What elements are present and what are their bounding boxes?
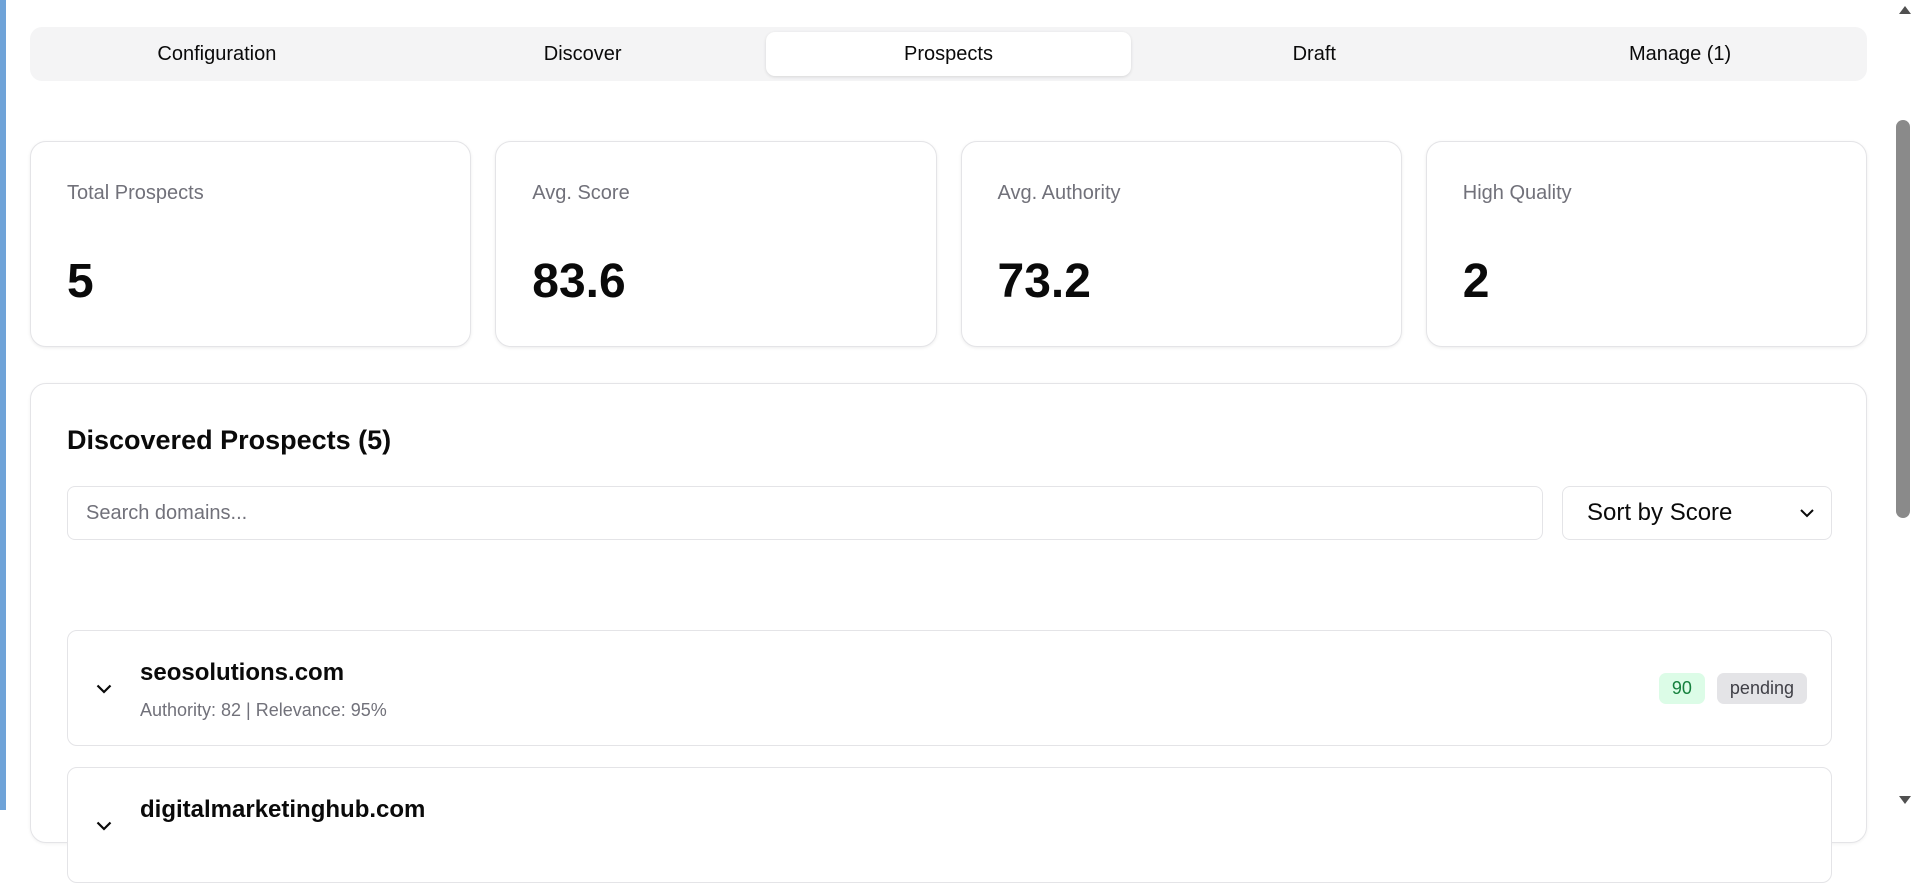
chevron-down-icon (1797, 503, 1817, 523)
discovered-prospects-panel: Discovered Prospects (5) Sort by Score s… (30, 383, 1867, 883)
search-domains-input[interactable] (67, 486, 1543, 540)
stat-value: 83.6 (532, 255, 626, 308)
prospect-row[interactable]: seosolutions.com Authority: 82 | Relevan… (67, 630, 1832, 746)
stat-value: 5 (67, 255, 94, 308)
prospect-meta: Authority: 82 | Relevance: 95% (140, 700, 387, 720)
prospect-domain: digitalmarketinghub.com (140, 796, 426, 823)
stat-label: Total Prospects (67, 182, 204, 204)
tab-manage[interactable]: Manage (1) (1497, 32, 1863, 76)
stat-card-high-quality: High Quality 2 (1425, 141, 1867, 347)
stat-value: 73.2 (997, 255, 1091, 308)
prospect-domain: seosolutions.com (140, 659, 345, 686)
stat-label: High Quality (1462, 182, 1572, 204)
stat-label: Avg. Authority (997, 182, 1121, 204)
tab-discover[interactable]: Discover (400, 32, 766, 76)
tab-draft[interactable]: Draft (1131, 32, 1497, 76)
stat-label: Avg. Score (532, 182, 630, 204)
window-left-edge (0, 0, 6, 810)
chevron-down-icon[interactable] (90, 675, 118, 703)
stat-card-avg-score: Avg. Score 83.6 (495, 141, 937, 347)
prospect-badges: 90 pending (1658, 673, 1807, 704)
sort-select[interactable]: Sort by Score (1562, 486, 1832, 540)
stat-card-total-prospects: Total Prospects 5 (30, 141, 472, 347)
sort-select-value: Sort by Score (1587, 499, 1733, 526)
stats-row: Total Prospects 5 Avg. Score 83.6 Avg. A… (30, 141, 1867, 347)
status-badge: pending (1716, 673, 1807, 704)
scroll-up-icon[interactable] (1899, 6, 1911, 14)
chevron-down-icon[interactable] (90, 812, 118, 840)
panel-title: Discovered Prospects (5) (67, 425, 392, 455)
stat-card-avg-authority: Avg. Authority 73.2 (960, 141, 1402, 347)
prospects-page: Configuration Discover Prospects Draft M… (30, 0, 1867, 883)
scroll-down-icon[interactable] (1899, 796, 1911, 804)
score-badge: 90 (1658, 673, 1705, 704)
tab-bar: Configuration Discover Prospects Draft M… (30, 27, 1867, 81)
tab-prospects[interactable]: Prospects (765, 32, 1132, 76)
stat-value: 2 (1462, 255, 1490, 308)
scroll-thumb[interactable] (1896, 120, 1910, 518)
prospect-row[interactable]: digitalmarketinghub.com (67, 767, 1832, 883)
vertical-scrollbar[interactable] (1891, 0, 1919, 810)
tab-configuration[interactable]: Configuration (34, 32, 400, 76)
